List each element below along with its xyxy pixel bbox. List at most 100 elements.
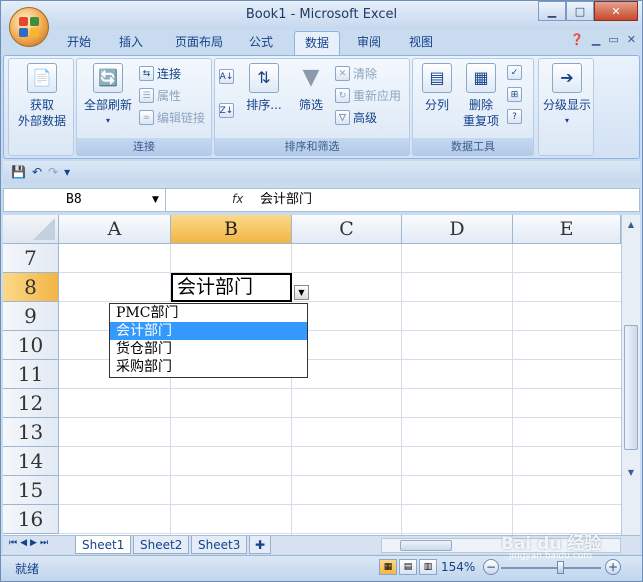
zoom-out-icon[interactable]: −: [483, 559, 499, 575]
page-break-view-icon[interactable]: ▥: [419, 559, 437, 575]
sort-descending-button[interactable]: Z↓: [219, 103, 234, 118]
column-header-a[interactable]: A: [59, 215, 171, 244]
properties-icon: ☰: [139, 88, 154, 103]
group-data-tools: ▤ 分列 ▦ 删除 重复项 ✓ ⊞ ? 数据工具: [412, 58, 534, 156]
excel-window: Book1 - Microsoft Excel ▁ □ ✕ 开始 插入 页面布局…: [0, 0, 643, 582]
dropdown-option[interactable]: 采购部门: [110, 358, 307, 376]
sheet-tab-sheet1[interactable]: Sheet1: [75, 536, 132, 554]
tab-review[interactable]: 审阅: [349, 31, 389, 55]
undo-icon[interactable]: ↶: [32, 165, 42, 179]
save-icon[interactable]: 💾: [11, 165, 26, 179]
formula-input[interactable]: 会计部门: [260, 189, 312, 211]
sheet-tab-sheet2[interactable]: Sheet2: [133, 536, 190, 554]
advanced-filter-button[interactable]: ▽ 高级: [335, 109, 377, 126]
dropdown-option[interactable]: 货仓部门: [110, 340, 307, 358]
row-header-14[interactable]: 14: [3, 447, 59, 476]
sort-ascending-button[interactable]: A↓: [219, 69, 234, 84]
minimize-icon[interactable]: ▁: [538, 1, 566, 21]
horizontal-scrollbar[interactable]: [381, 538, 621, 553]
column-header-e[interactable]: E: [513, 215, 621, 244]
row-header-7[interactable]: 7: [3, 244, 59, 273]
zoom-slider-track[interactable]: [501, 567, 601, 569]
name-box[interactable]: B8: [4, 189, 166, 211]
connections-button[interactable]: ⇆ 连接: [139, 65, 181, 82]
refresh-icon: 🔄: [93, 63, 123, 93]
sheet-nav-icons[interactable]: ⏮◀▶⏭: [9, 538, 51, 548]
text-to-columns-icon: ▤: [422, 63, 452, 93]
text-to-columns-button[interactable]: ▤ 分列: [417, 63, 457, 113]
office-button[interactable]: [9, 7, 49, 47]
row-header-15[interactable]: 15: [3, 476, 59, 505]
data-validation-button[interactable]: ✓: [507, 65, 522, 80]
get-external-data-button[interactable]: 📄 获取 外部数据: [15, 63, 69, 129]
dropdown-option[interactable]: PMC部门: [110, 304, 307, 322]
scroll-up-icon[interactable]: ▲: [623, 217, 639, 233]
formula-bar: B8 ▼ fx 会计部门: [3, 188, 640, 212]
close-icon[interactable]: ✕: [594, 1, 638, 21]
sort-dialog-icon: ⇅: [249, 63, 279, 93]
reapply-button[interactable]: ↻ 重新应用: [335, 87, 401, 104]
what-if-button[interactable]: ?: [507, 109, 522, 124]
sheet-tab-sheet3[interactable]: Sheet3: [191, 536, 248, 554]
ribbon-restore-icon[interactable]: ▭: [608, 33, 618, 46]
sort-button[interactable]: ⇅ 排序...: [241, 63, 287, 113]
consolidate-button[interactable]: ⊞: [507, 87, 522, 102]
filter-button[interactable]: ▼ 筛选: [291, 63, 331, 113]
vertical-scroll-thumb[interactable]: [624, 325, 638, 450]
row-header-11[interactable]: 11: [3, 360, 59, 389]
insert-sheet-icon[interactable]: ✚: [249, 536, 272, 554]
row-header-9[interactable]: 9: [3, 302, 59, 331]
clear-filter-button[interactable]: ✕ 清除: [335, 65, 377, 82]
remove-duplicates-button[interactable]: ▦ 删除 重复项: [459, 63, 503, 129]
group-external-data: 📄 获取 外部数据: [8, 58, 74, 156]
row-header-8[interactable]: 8: [3, 273, 59, 302]
column-header-b[interactable]: B: [171, 215, 292, 244]
tab-insert[interactable]: 插入: [111, 31, 151, 55]
ribbon-close-icon[interactable]: ✕: [627, 33, 636, 46]
edit-links-button[interactable]: ∞ 编辑链接: [139, 109, 205, 126]
normal-view-icon[interactable]: ▦: [379, 559, 397, 575]
dropdown-option-selected[interactable]: 会计部门: [110, 322, 307, 340]
outline-button[interactable]: ➔ 分级显示 ▾: [541, 63, 593, 129]
office-logo-icon: [19, 17, 39, 37]
customize-qat-icon[interactable]: ▾: [64, 165, 70, 179]
refresh-all-button[interactable]: 🔄 全部刷新 ▾: [81, 63, 135, 129]
tab-view[interactable]: 视图: [401, 31, 441, 55]
remove-duplicates-icon: ▦: [466, 63, 496, 93]
row-header-12[interactable]: 12: [3, 389, 59, 418]
ribbon-tabs: 开始 插入 页面布局 公式 数据 审阅 视图 ❓ ▁ ▭ ✕: [1, 29, 642, 55]
column-header-c[interactable]: C: [292, 215, 402, 244]
zoom-in-icon[interactable]: +: [605, 559, 621, 575]
redo-icon[interactable]: ↷: [48, 165, 58, 179]
sheet-tab-bar: ⏮◀▶⏭ Sheet1 Sheet2 Sheet3 ✚: [3, 535, 640, 554]
zoom-slider-thumb[interactable]: [557, 561, 564, 574]
active-cell-b8[interactable]: 会计部门: [171, 273, 292, 302]
fx-icon[interactable]: fx: [232, 192, 243, 206]
help-icon[interactable]: ❓: [570, 33, 584, 46]
row-header-16[interactable]: 16: [3, 505, 59, 534]
scroll-down-icon[interactable]: ▼: [623, 465, 639, 481]
group-label-connections: 连接: [77, 138, 211, 155]
reapply-icon: ↻: [335, 88, 350, 103]
group-label-data-tools: 数据工具: [413, 138, 533, 155]
ribbon-minimize-icon[interactable]: ▁: [592, 33, 600, 46]
filter-funnel-icon: ▼: [302, 65, 320, 90]
maximize-icon[interactable]: □: [566, 1, 594, 21]
horizontal-scroll-thumb[interactable]: [400, 540, 452, 551]
tab-home[interactable]: 开始: [59, 31, 99, 55]
name-box-dropdown-icon[interactable]: ▼: [152, 189, 159, 211]
chevron-down-icon: ▾: [564, 116, 569, 125]
properties-button[interactable]: ☰ 属性: [139, 87, 181, 104]
tab-page-layout[interactable]: 页面布局: [167, 31, 231, 55]
tab-data[interactable]: 数据: [294, 31, 340, 55]
zoom-level[interactable]: 154%: [441, 560, 475, 574]
row-header-10[interactable]: 10: [3, 331, 59, 360]
vertical-scrollbar[interactable]: ▲ ▼: [621, 215, 640, 535]
select-all-corner[interactable]: [3, 215, 59, 244]
data-validation-icon: ✓: [507, 65, 522, 80]
validation-dropdown-icon[interactable]: ▼: [294, 285, 309, 300]
row-header-13[interactable]: 13: [3, 418, 59, 447]
page-layout-view-icon[interactable]: ▤: [399, 559, 417, 575]
column-header-d[interactable]: D: [402, 215, 513, 244]
tab-formulas[interactable]: 公式: [241, 31, 281, 55]
